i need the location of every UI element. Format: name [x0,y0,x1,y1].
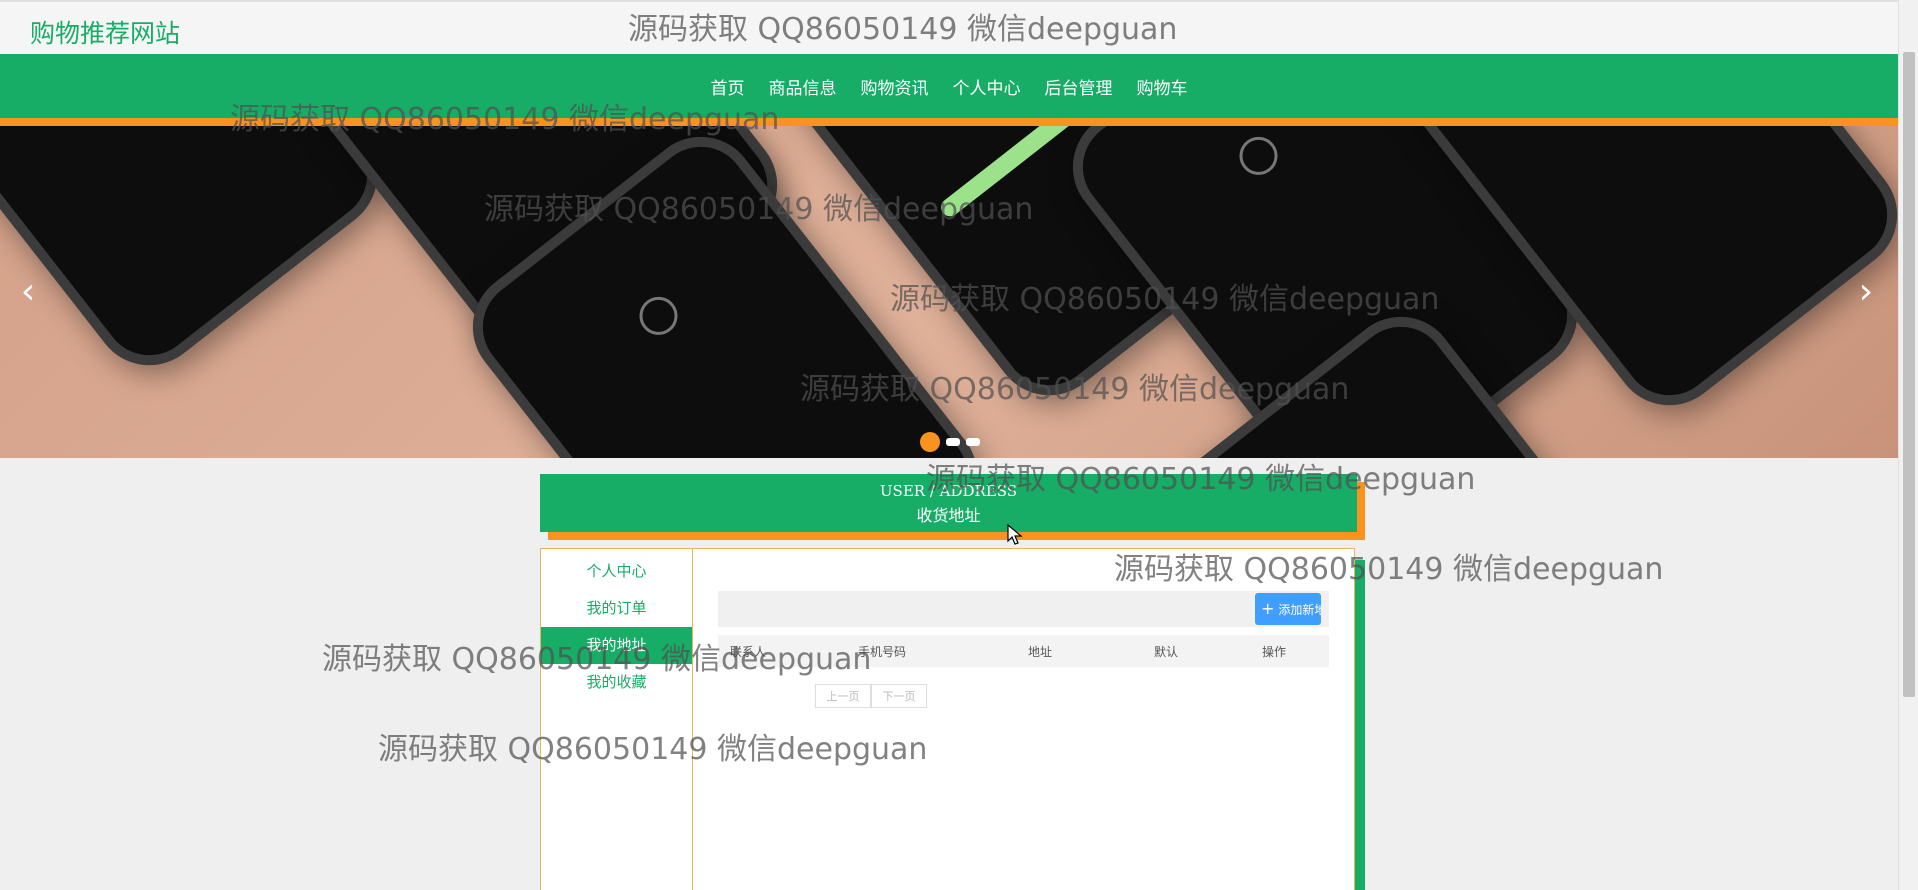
sidebar-item-user-center[interactable]: 个人中心 [541,553,692,590]
top-bar: 购物推荐网站 [0,0,1898,54]
carousel-dot[interactable] [946,438,960,446]
banner-carousel[interactable] [0,126,1898,458]
prev-page-button[interactable]: 上一页 [815,684,871,708]
add-address-label: 添加新地址 [1278,603,1321,617]
col-actions: 操作 [1262,644,1287,659]
carousel-dot[interactable] [966,438,980,446]
banner-phone-image [0,126,400,388]
page-scrollbar[interactable] [1898,0,1918,890]
address-toolbar: +添加新地址 [718,591,1329,627]
carousel-dot-active[interactable] [920,432,940,452]
section-header: USER / ADDRESS 收货地址 [540,474,1357,532]
nav-home[interactable]: 首页 [699,74,757,99]
sidebar-item-favorites[interactable]: 我的收藏 [541,664,692,701]
nav-news[interactable]: 购物资讯 [849,74,941,99]
nav-products[interactable]: 商品信息 [757,74,849,99]
col-address: 地址 [1028,644,1053,659]
carousel-next-icon[interactable]: › [1846,126,1886,458]
mouse-cursor-icon [1007,524,1023,545]
scrollbar-thumb[interactable] [1903,52,1915,697]
section-title-cn: 收货地址 [916,506,981,525]
nav-user-center[interactable]: 个人中心 [941,74,1033,99]
col-contact: 联系人 [730,644,767,659]
add-address-button[interactable]: +添加新地址 [1255,593,1321,625]
address-panel: 个人中心 我的订单 我的地址 我的收藏 +添加新地址 联系人 手机号码 地址 默… [540,548,1355,890]
address-table-header: 联系人 手机号码 地址 默认 操作 [718,635,1329,667]
carousel-indicators [920,432,980,452]
carousel-prev-icon[interactable]: ‹ [8,126,48,458]
sidebar-item-address[interactable]: 我的地址 [541,627,692,664]
plus-icon: + [1261,599,1275,618]
user-sidebar: 个人中心 我的订单 我的地址 我的收藏 [541,549,693,890]
sidebar-item-orders[interactable]: 我的订单 [541,590,692,627]
next-page-button[interactable]: 下一页 [871,684,927,708]
main-nav: 首页 商品信息 购物资讯 个人中心 后台管理 购物车 [0,54,1898,126]
col-phone: 手机号码 [858,644,907,659]
site-title[interactable]: 购物推荐网站 [30,14,180,50]
col-default: 默认 [1154,644,1179,659]
nav-admin[interactable]: 后台管理 [1033,74,1125,99]
panel-accent [1355,560,1365,890]
section-title-en: USER / ADDRESS [879,482,1018,500]
pagination: 上一页 下一页 [815,684,927,708]
nav-cart[interactable]: 购物车 [1125,74,1200,99]
